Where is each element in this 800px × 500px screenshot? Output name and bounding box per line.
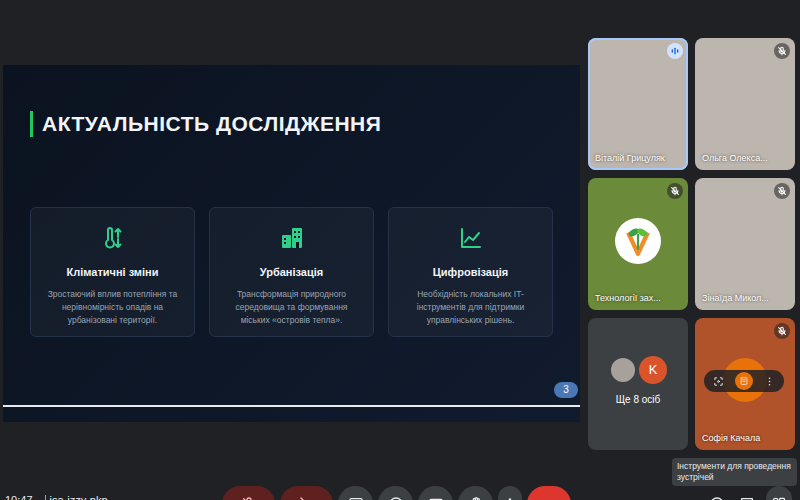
participant-tile[interactable]: Технології зах...	[588, 178, 688, 310]
camera-icon	[299, 496, 315, 500]
mic-off-icon	[667, 183, 683, 199]
participant-name: Віталій Грицуляк	[595, 152, 665, 166]
pin-icon[interactable]	[735, 372, 753, 390]
reactions-button[interactable]	[378, 486, 413, 500]
mic-icon	[241, 496, 257, 500]
participant-tile[interactable]: Софія Качала	[695, 318, 795, 450]
card-text: Трансформація природного середовища та ф…	[220, 288, 363, 326]
title-accent-bar	[30, 111, 33, 137]
more-button[interactable]	[498, 486, 522, 500]
tooltip: Інструменти для проведення зустрічей	[672, 458, 797, 486]
meeting-info: 10:47​jsa-izzy-pkp	[0, 486, 222, 500]
more-avatars: K	[588, 318, 688, 384]
side-toolbar	[706, 486, 800, 500]
card-text: Необхідність локальних IT-інструментів д…	[399, 288, 542, 326]
card-title: Цифровізація	[399, 264, 542, 281]
meeting-time: 10:47	[5, 494, 33, 500]
mic-off-icon	[774, 43, 790, 59]
hangup-icon	[540, 495, 558, 500]
hand-button[interactable]	[458, 486, 493, 500]
slide-content: АКТУАЛЬНІСТЬ ДОСЛІДЖЕННЯ Кліматичні зміни…	[3, 65, 580, 405]
slide-bottom-line	[3, 405, 580, 407]
info-button[interactable]	[706, 486, 728, 500]
mic-off-icon	[774, 183, 790, 199]
page-number-badge: 3	[554, 382, 578, 398]
speaking-icon	[667, 43, 683, 59]
participant-tile[interactable]: K Ще 8 осіб	[588, 318, 688, 450]
more-options-icon[interactable]	[764, 369, 775, 393]
buildings-icon	[280, 226, 304, 250]
toolbar	[222, 486, 571, 500]
slide-card: Кліматичні зміни Зростаючий вплив потеплі…	[30, 207, 195, 338]
card-text: Зростаючий вплив потепління та нерівномі…	[41, 288, 184, 326]
slide-card: Цифровізація Необхідність локальних IT-ін…	[388, 207, 553, 338]
chat-icon	[739, 496, 755, 500]
participant-name: Ольга Олекса...	[702, 152, 768, 166]
organization-logo-icon	[615, 218, 661, 264]
slide-cards: Кліматичні зміни Зростаючий вплив потеплі…	[30, 207, 553, 338]
mic-button[interactable]	[222, 486, 275, 500]
tools-icon	[771, 496, 787, 500]
framing-icon[interactable]	[713, 369, 724, 393]
card-title: Кліматичні зміни	[41, 264, 184, 281]
slide-title: АКТУАЛЬНІСТЬ ДОСЛІДЖЕННЯ	[42, 108, 381, 140]
tools-button[interactable]	[766, 486, 792, 500]
camera-button[interactable]	[280, 486, 333, 500]
participant-name: Технології зах...	[595, 292, 661, 306]
thermometer-icon	[101, 226, 125, 250]
hand-icon	[468, 496, 484, 500]
separator-line	[45, 495, 46, 500]
line-chart-icon	[459, 226, 483, 250]
participant-tile[interactable]: Зінаїда Микол...	[695, 178, 795, 310]
more-participants-label: Ще 8 осіб	[588, 392, 688, 407]
hangup-button[interactable]	[527, 486, 571, 500]
card-title: Урбанізація	[220, 264, 363, 281]
present-icon	[348, 496, 364, 500]
participants-panel: Віталій Грицуляк Ольга Олекса... Технологі…	[588, 0, 795, 478]
presentation-slide: АКТУАЛЬНІСТЬ ДОСЛІДЖЕННЯ Кліматичні зміни…	[3, 65, 580, 422]
tile-controls	[704, 370, 784, 392]
captions-icon	[428, 496, 444, 500]
participant-name: Зінаїда Микол...	[702, 292, 769, 306]
presentation-area: АКТУАЛЬНІСТЬ ДОСЛІДЖЕННЯ Кліматичні зміни…	[3, 0, 580, 478]
chat-button[interactable]	[736, 486, 758, 500]
participant-name: Софія Качала	[702, 432, 760, 446]
participant-tile[interactable]: Ольга Олекса...	[695, 38, 795, 170]
meeting-code: jsa-izzy-pkp	[50, 494, 108, 500]
avatar	[609, 356, 637, 384]
reactions-icon	[388, 496, 404, 500]
avatar: K	[639, 356, 667, 384]
slide-card: Урбанізація Трансформація природного сере…	[209, 207, 374, 338]
slide-title-row: АКТУАЛЬНІСТЬ ДОСЛІДЖЕННЯ	[30, 108, 553, 140]
mic-off-icon	[774, 323, 790, 339]
captions-button[interactable]	[418, 486, 453, 500]
participant-tile[interactable]: Віталій Грицуляк	[588, 38, 688, 170]
present-button[interactable]	[338, 486, 373, 500]
info-icon	[709, 496, 725, 500]
more-icon	[502, 496, 518, 500]
participant-grid: Віталій Грицуляк Ольга Олекса... Технологі…	[588, 38, 795, 450]
